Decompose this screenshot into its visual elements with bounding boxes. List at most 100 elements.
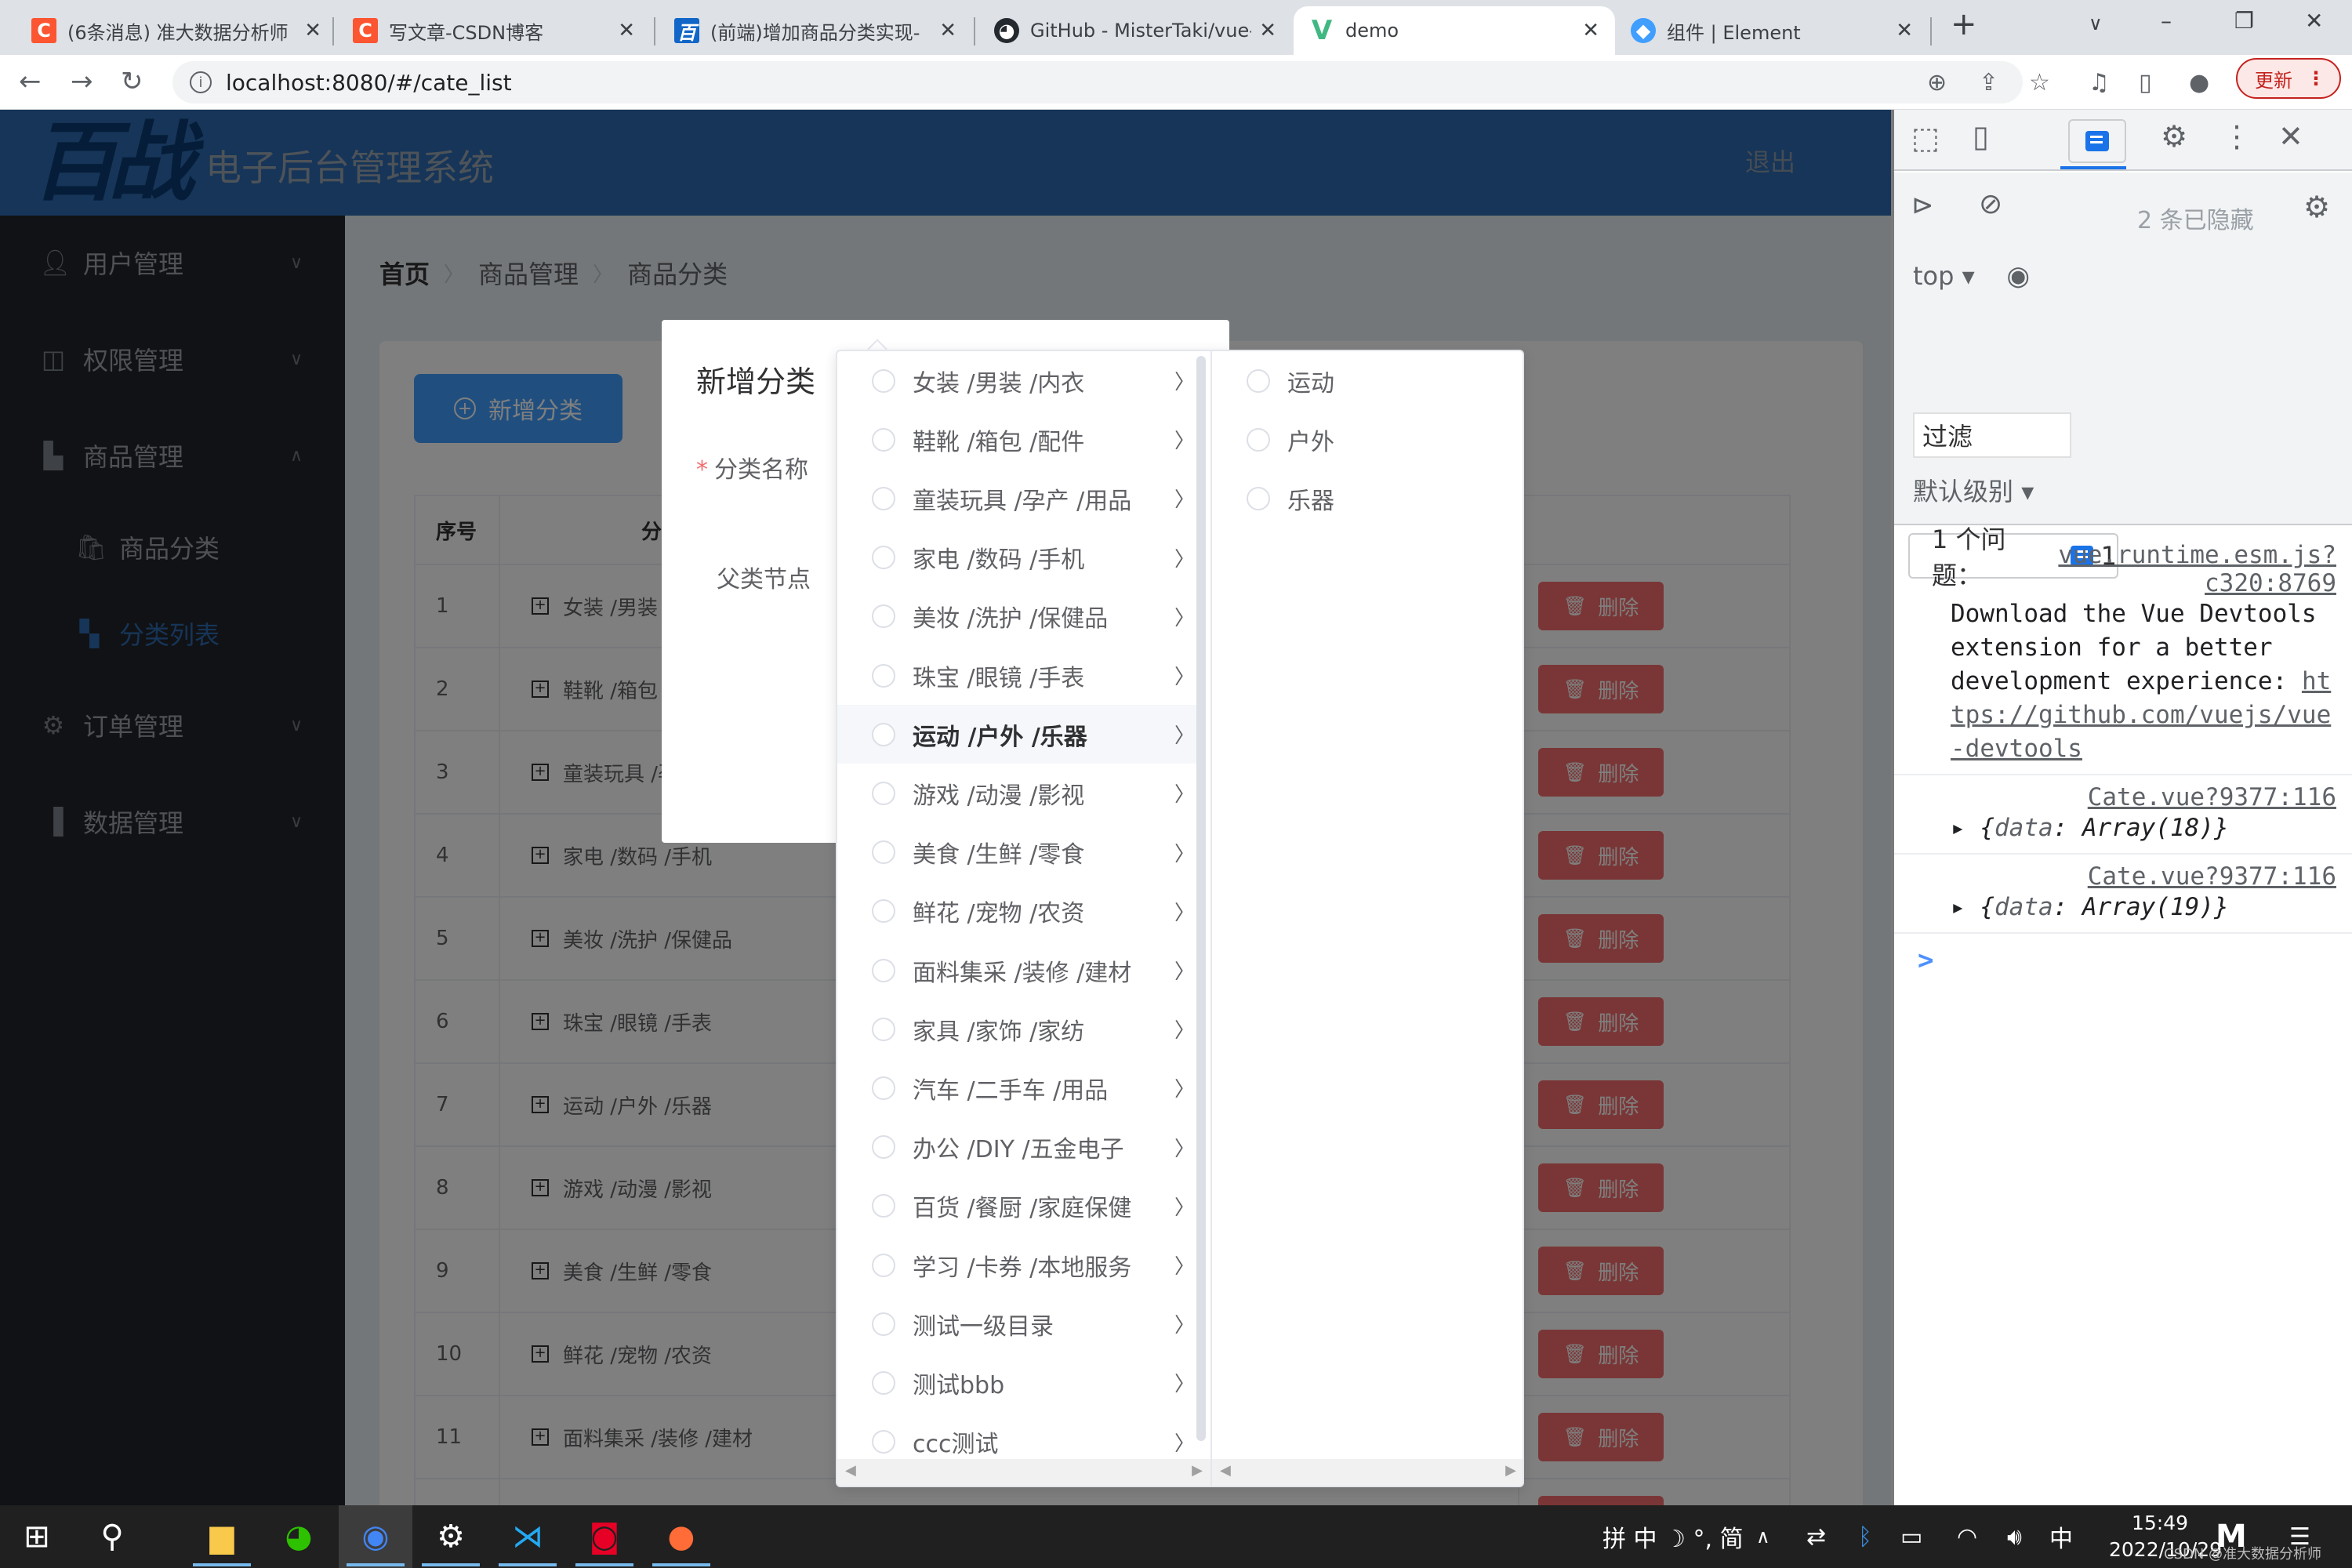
device-toggle-icon[interactable]: ▯ [1973, 119, 1989, 154]
console-prompt[interactable]: > [1894, 934, 2352, 976]
radio-icon[interactable] [872, 1135, 895, 1160]
cascader-option[interactable]: 鲜花 /宠物 /农资 〉 [837, 882, 1196, 941]
cascader-option[interactable]: 乐器 [1212, 469, 1523, 528]
site-info-icon[interactable]: i [190, 71, 212, 93]
minimize-icon[interactable]: – [2161, 8, 2172, 34]
radio-icon[interactable] [872, 368, 895, 393]
radio-icon[interactable] [872, 1253, 895, 1277]
cascader-option[interactable]: 面料集采 /装修 /建材 〉 [837, 941, 1196, 1000]
media-icon[interactable]: ♫ [2089, 69, 2110, 96]
radio-icon[interactable] [872, 781, 895, 805]
browser-tab-active[interactable]: V demo ✕ [1294, 6, 1615, 55]
cascader-option[interactable]: 测试bbb 〉 [837, 1353, 1196, 1412]
context-select[interactable]: top ▾ ◉ [1913, 260, 2030, 292]
language-indicator[interactable]: 中 [2049, 1505, 2073, 1568]
browser-tab[interactable]: ◕ GitHub - MisterTaki/vue- ✕ [978, 6, 1292, 55]
settings-icon[interactable]: ⚙ [414, 1505, 488, 1568]
radio-icon[interactable] [1247, 368, 1270, 393]
cascader-option[interactable]: 汽车 /二手车 /用品 〉 [837, 1058, 1196, 1117]
browser-tab[interactable]: C (6条消息) 准大数据分析师 ✕ [16, 6, 337, 55]
cascader-option[interactable]: 美食 /生鲜 /零食 〉 [837, 823, 1196, 882]
live-expression-eye-icon[interactable]: ◉ [2006, 260, 2030, 292]
sidebar-toggle-icon[interactable]: ⊳ [1911, 190, 1934, 221]
network-adapter-icon[interactable]: ⇄ [1806, 1505, 1826, 1568]
cascader-option[interactable]: 家电 /数码 /手机 〉 [837, 528, 1196, 587]
cascader-option[interactable]: 鞋靴 /箱包 /配件 〉 [837, 410, 1196, 469]
filter-input[interactable]: 过滤 [1913, 412, 2071, 458]
profile-avatar-icon[interactable]: ● [2189, 69, 2209, 96]
close-tab-icon[interactable]: ✕ [304, 19, 321, 42]
tab-search-icon[interactable]: ∨ [2089, 13, 2103, 34]
browser-tab[interactable]: C 写文章-CSDN博客 ✕ [337, 6, 651, 55]
wechat-icon[interactable]: ◕ [262, 1505, 336, 1568]
netease-music-icon[interactable]: ◙ [568, 1505, 641, 1568]
browser-tab[interactable]: ◆ 组件 | Element ✕ [1615, 6, 1929, 55]
radio-icon[interactable] [872, 1076, 895, 1100]
cascader-option[interactable]: 运动 /户外 /乐器 〉 [837, 705, 1196, 764]
radio-icon[interactable] [872, 722, 895, 746]
close-tab-icon[interactable]: ✕ [1582, 19, 1599, 42]
bookmark-star-icon[interactable]: ☆ [2029, 69, 2050, 96]
chrome-icon[interactable]: ◉ [339, 1505, 412, 1568]
scroll-left-icon[interactable]: ◀ [845, 1462, 856, 1479]
kebab-menu-icon[interactable]: ⋮ [2222, 119, 2252, 154]
radio-icon[interactable] [872, 1312, 895, 1336]
console-settings-icon[interactable]: ⚙ [2303, 190, 2330, 224]
console-tab[interactable] [2068, 119, 2126, 163]
new-tab-button[interactable]: + [1951, 6, 1977, 42]
radio-icon[interactable] [872, 1430, 895, 1454]
radio-icon[interactable] [1247, 427, 1270, 452]
radio-icon[interactable] [872, 1370, 895, 1395]
radio-icon[interactable] [872, 546, 895, 570]
cascader-option[interactable]: 学习 /卡券 /本地服务 〉 [837, 1236, 1196, 1294]
scroll-right-icon[interactable]: ▶ [1505, 1462, 1516, 1479]
radio-icon[interactable] [872, 840, 895, 865]
cascader-option[interactable]: 美妆 /洗护 /保健品 〉 [837, 587, 1196, 646]
close-tab-icon[interactable]: ✕ [618, 19, 635, 42]
radio-icon[interactable] [872, 427, 895, 452]
cascader-option[interactable]: 测试一级目录 〉 [837, 1294, 1196, 1353]
console-source-link[interactable]: Cate.vue?9377:116 [1951, 783, 2336, 811]
ime-indicator[interactable]: 拼 中 ☽ °, 简 [1602, 1505, 1744, 1568]
cascader-hscrollbar[interactable]: ◀ ▶ [837, 1459, 1210, 1486]
address-bar[interactable]: i localhost:8080/#/cate_list [172, 61, 2023, 103]
restore-icon[interactable]: ❐ [2234, 8, 2254, 34]
back-icon[interactable]: ← [19, 66, 42, 97]
cascader-hscrollbar[interactable]: ◀ ▶ [1212, 1459, 1523, 1486]
radio-icon[interactable] [872, 958, 895, 982]
cascader-option[interactable]: 童装玩具 /孕产 /用品 〉 [837, 469, 1196, 528]
radio-icon[interactable] [872, 604, 895, 629]
gear-icon[interactable]: ⚙ [2161, 119, 2187, 154]
console-source-link[interactable]: vue.runtime.esm.js?c320:8769 [1951, 541, 2336, 597]
cascader-option[interactable]: 百货 /餐厨 /家庭保健 〉 [837, 1177, 1196, 1236]
bluetooth-icon[interactable]: ᛒ [1858, 1505, 1872, 1568]
cascader-option[interactable]: 家具 /家饰 /家纺 〉 [837, 1000, 1196, 1058]
update-button[interactable]: 更新 ⋮ [2236, 58, 2341, 99]
close-tab-icon[interactable]: ✕ [939, 19, 956, 42]
cascader-option[interactable]: 运动 [1212, 351, 1523, 410]
vscode-icon[interactable]: ⋊ [491, 1505, 564, 1568]
radio-icon[interactable] [872, 663, 895, 688]
inspect-element-icon[interactable]: ⬚ [1911, 121, 1940, 155]
zoom-icon[interactable]: ⊕ [1927, 69, 1947, 96]
cascader-option[interactable]: 户外 [1212, 410, 1523, 469]
search-icon[interactable]: ⚲ [75, 1505, 149, 1568]
share-icon[interactable]: ⇪ [1979, 69, 1998, 96]
close-devtools-icon[interactable]: ✕ [2278, 119, 2303, 154]
wifi-icon[interactable]: ◠ [1957, 1505, 1977, 1568]
clear-console-icon[interactable]: ⊘ [1979, 188, 2002, 220]
log-level-select[interactable]: 默认级别 ▾ [1913, 472, 2034, 508]
cascader-scrollbar[interactable] [1196, 356, 1206, 1441]
radio-icon[interactable] [872, 1194, 895, 1218]
cascader-option[interactable]: 游戏 /动漫 /影视 〉 [837, 764, 1196, 822]
start-icon[interactable]: ⊞ [0, 1505, 74, 1568]
scroll-right-icon[interactable]: ▶ [1192, 1462, 1203, 1479]
forward-icon[interactable]: → [71, 66, 93, 97]
battery-icon[interactable]: ▭ [1900, 1505, 1922, 1568]
cascader-option[interactable]: 珠宝 /眼镜 /手表 〉 [837, 646, 1196, 705]
file-explorer-icon[interactable]: ▆ [185, 1505, 259, 1568]
sidepanel-icon[interactable]: ▯ [2139, 69, 2152, 96]
radio-icon[interactable] [872, 899, 895, 924]
cascader-option[interactable]: 办公 /DIY /五金电子 〉 [837, 1118, 1196, 1177]
console-object[interactable]: ▸ {data: Array(18)} [1951, 811, 2336, 845]
